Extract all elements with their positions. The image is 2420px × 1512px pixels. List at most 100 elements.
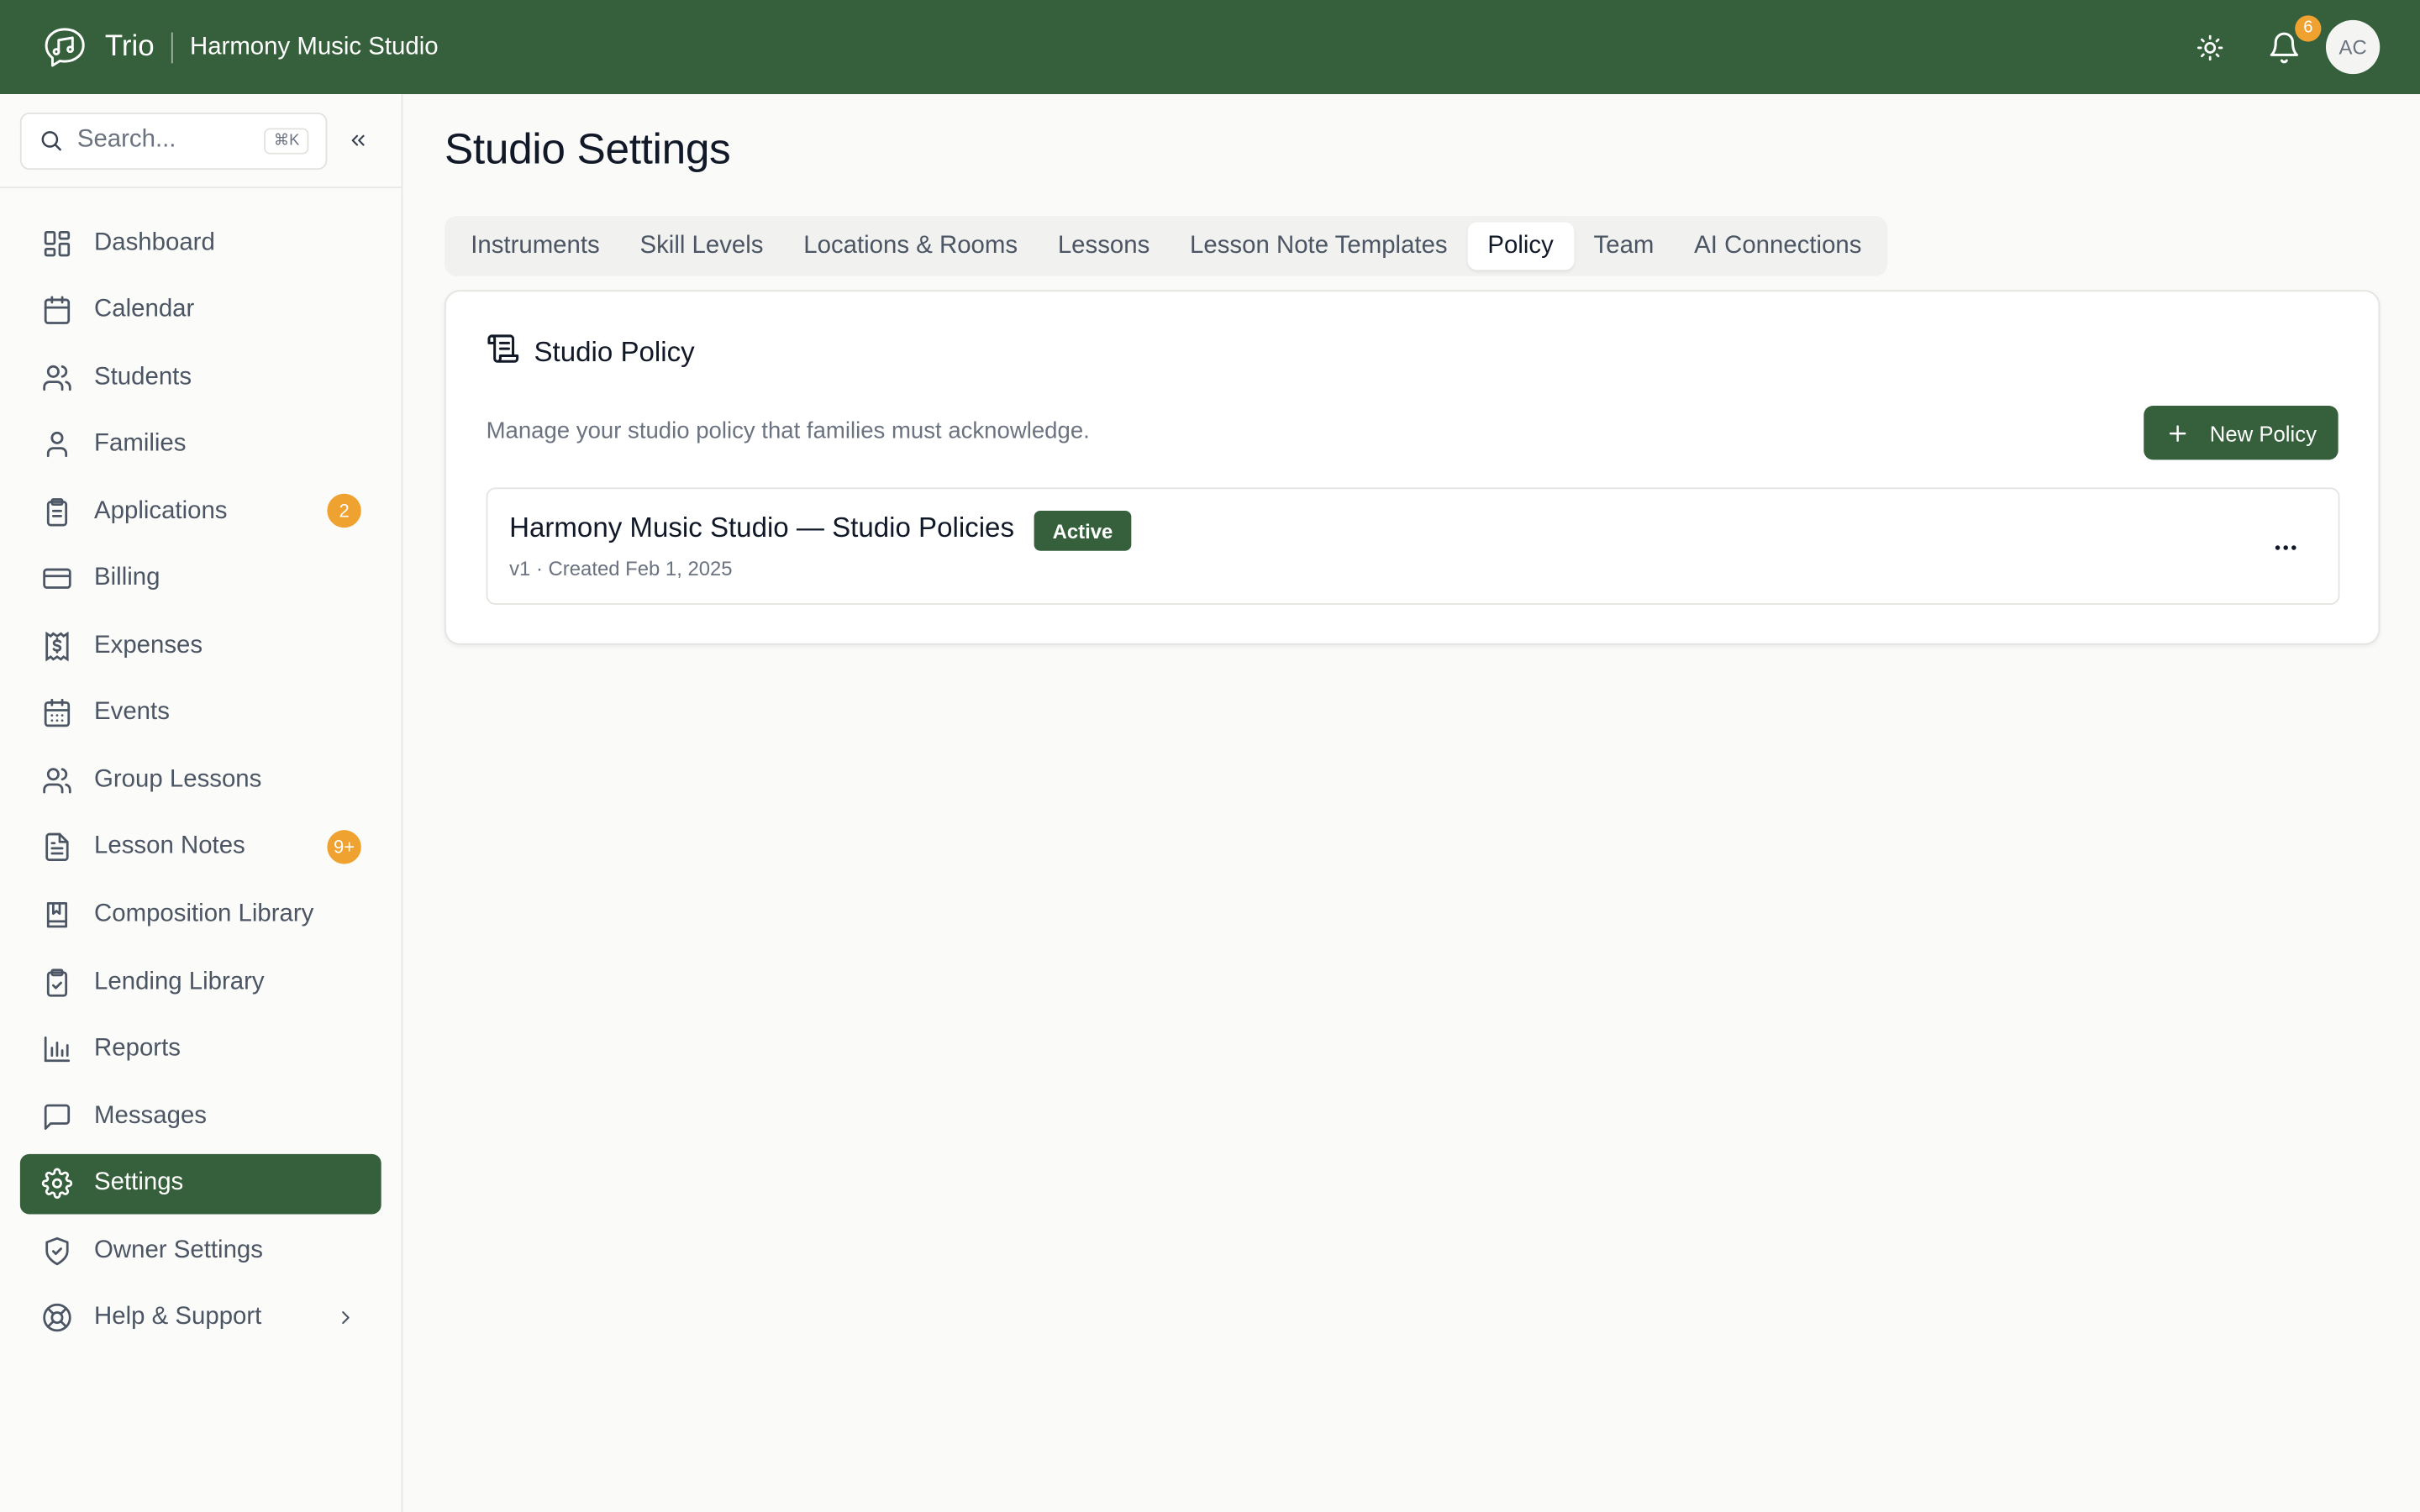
card-title: Studio Policy [534,336,695,368]
sidebar-item-label: Families [94,430,187,457]
search-input[interactable] [76,126,247,155]
sidebar-item-group-lessons[interactable]: Group Lessons [20,750,381,811]
sidebar-item-label: Composition Library [94,900,314,927]
clipboard-icon [40,495,74,528]
bar-chart-icon [40,1032,74,1066]
file-text-icon [40,831,74,864]
clipboard-check-icon [40,965,74,999]
main-content: Studio Settings Instruments Skill Levels… [402,94,2420,1512]
sidebar-item-applications[interactable]: Applications 2 [20,481,381,542]
sidebar-item-label: Settings [94,1169,184,1196]
sidebar-search-row: ⌘K [0,94,402,189]
tab-locations-rooms[interactable]: Locations & Rooms [783,222,1038,270]
sun-icon [2197,34,2223,60]
notifications-button[interactable]: 6 [2256,14,2322,75]
new-policy-label: New Policy [2209,420,2317,445]
settings-tabs: Instruments Skill Levels Locations & Roo… [444,216,1888,276]
receipt-icon [40,629,74,663]
sidebar-item-lesson-notes[interactable]: Lesson Notes 9+ [20,817,381,878]
sidebar-item-messages[interactable]: Messages [20,1086,381,1147]
sidebar-item-label: Applications [94,497,228,524]
collapse-sidebar-button[interactable] [345,128,370,152]
dashboard-icon [40,226,74,260]
sidebar-item-label: Lending Library [94,968,265,995]
sidebar-item-help-support[interactable]: Help & Support [20,1288,381,1348]
sidebar-item-label: Reports [94,1035,181,1062]
search-shortcut-hint: ⌘K [264,127,309,154]
new-policy-button[interactable]: New Policy [2143,406,2338,460]
plus-icon [2165,421,2189,445]
users-icon [40,764,74,797]
sidebar-item-billing[interactable]: Billing [20,549,381,609]
user-avatar[interactable]: AC [2325,19,2381,75]
sidebar-item-label: Dashboard [94,228,215,255]
tab-policy[interactable]: Policy [1467,222,1574,270]
sidebar-item-events[interactable]: Events [20,683,381,743]
sidebar-item-students[interactable]: Students [20,347,381,407]
applications-count-badge: 2 [327,494,361,528]
sidebar-item-reports[interactable]: Reports [20,1019,381,1079]
tab-team[interactable]: Team [1574,222,1675,270]
tab-instruments[interactable]: Instruments [450,222,619,270]
life-buoy-icon [40,1301,74,1335]
notification-count-badge: 6 [2295,14,2322,41]
sidebar-item-composition-library[interactable]: Composition Library [20,885,381,945]
more-horizontal-icon [2275,545,2296,550]
credit-card-icon [40,562,74,596]
tab-ai-connections[interactable]: AI Connections [1674,222,1881,270]
calendar-grid-icon [40,696,74,730]
users-icon [40,360,74,394]
tab-lessons[interactable]: Lessons [1038,222,1170,270]
chevrons-left-icon [351,134,365,146]
sidebar-item-label: Owner Settings [94,1236,263,1263]
scroll-text-icon [487,332,520,374]
studio-name: Harmony Music Studio [189,33,439,60]
sidebar-item-label: Students [94,363,192,390]
sidebar-item-settings[interactable]: Settings [19,1153,381,1214]
sidebar: ⌘K Dashboard Calendar [0,94,403,1512]
page-title: Studio Settings [444,124,731,173]
card-description: Manage your studio policy that families … [486,417,1090,444]
sidebar-item-owner-settings[interactable]: Owner Settings [20,1221,381,1281]
status-badge: Active [1034,510,1132,551]
policy-list-item[interactable]: Harmony Music Studio — Studio Policies A… [486,487,2340,605]
sidebar-nav: Dashboard Calendar Students Families App… [0,188,402,1348]
studio-policy-card: Studio Policy Manage your studio policy … [444,290,2381,645]
message-square-icon [40,1100,74,1133]
sidebar-item-lending-library[interactable]: Lending Library [20,952,381,1012]
tab-skill-levels[interactable]: Skill Levels [620,222,784,270]
title-divider [171,31,173,63]
sidebar-item-label: Help & Support [94,1304,262,1331]
gear-icon [40,1167,74,1200]
search-icon [41,131,61,151]
sidebar-item-label: Billing [94,564,160,591]
sidebar-item-label: Messages [94,1102,207,1129]
app-root: Trio Harmony Music Studio 6 AC Search...… [0,0,2420,1512]
trio-logo-icon[interactable] [40,23,90,72]
sidebar-item-dashboard[interactable]: Dashboard [20,213,381,273]
sidebar-item-expenses[interactable]: Expenses [20,616,381,676]
sidebar-item-label: Expenses [94,632,203,659]
book-icon [40,898,74,932]
sidebar-item-label: Group Lessons [94,766,262,793]
lesson-notes-count-badge: 9+ [327,830,361,864]
tab-lesson-note-templates[interactable]: Lesson Note Templates [1170,222,1467,270]
sidebar-item-label: Lesson Notes [94,833,245,860]
calendar-icon [40,293,74,327]
user-icon [40,428,74,461]
shield-check-icon [40,1234,74,1268]
card-header: Studio Policy [487,332,695,374]
top-bar-actions: 6 AC [2182,14,2381,75]
search-box[interactable]: ⌘K [19,112,328,170]
theme-toggle-button[interactable] [2182,19,2238,75]
sidebar-item-label: Events [94,699,170,726]
top-bar: Trio Harmony Music Studio 6 AC [0,0,2420,95]
policy-name: Harmony Music Studio — Studio Policies [509,512,1014,543]
sidebar-item-calendar[interactable]: Calendar [20,280,381,340]
chevron-right-icon [335,1306,357,1336]
sidebar-item-families[interactable]: Families [20,414,381,475]
policy-meta: v1 · Created Feb 1, 2025 [509,557,733,580]
app-name: Trio [104,29,155,63]
sidebar-item-label: Calendar [94,296,195,323]
more-options-button[interactable] [2267,529,2304,566]
